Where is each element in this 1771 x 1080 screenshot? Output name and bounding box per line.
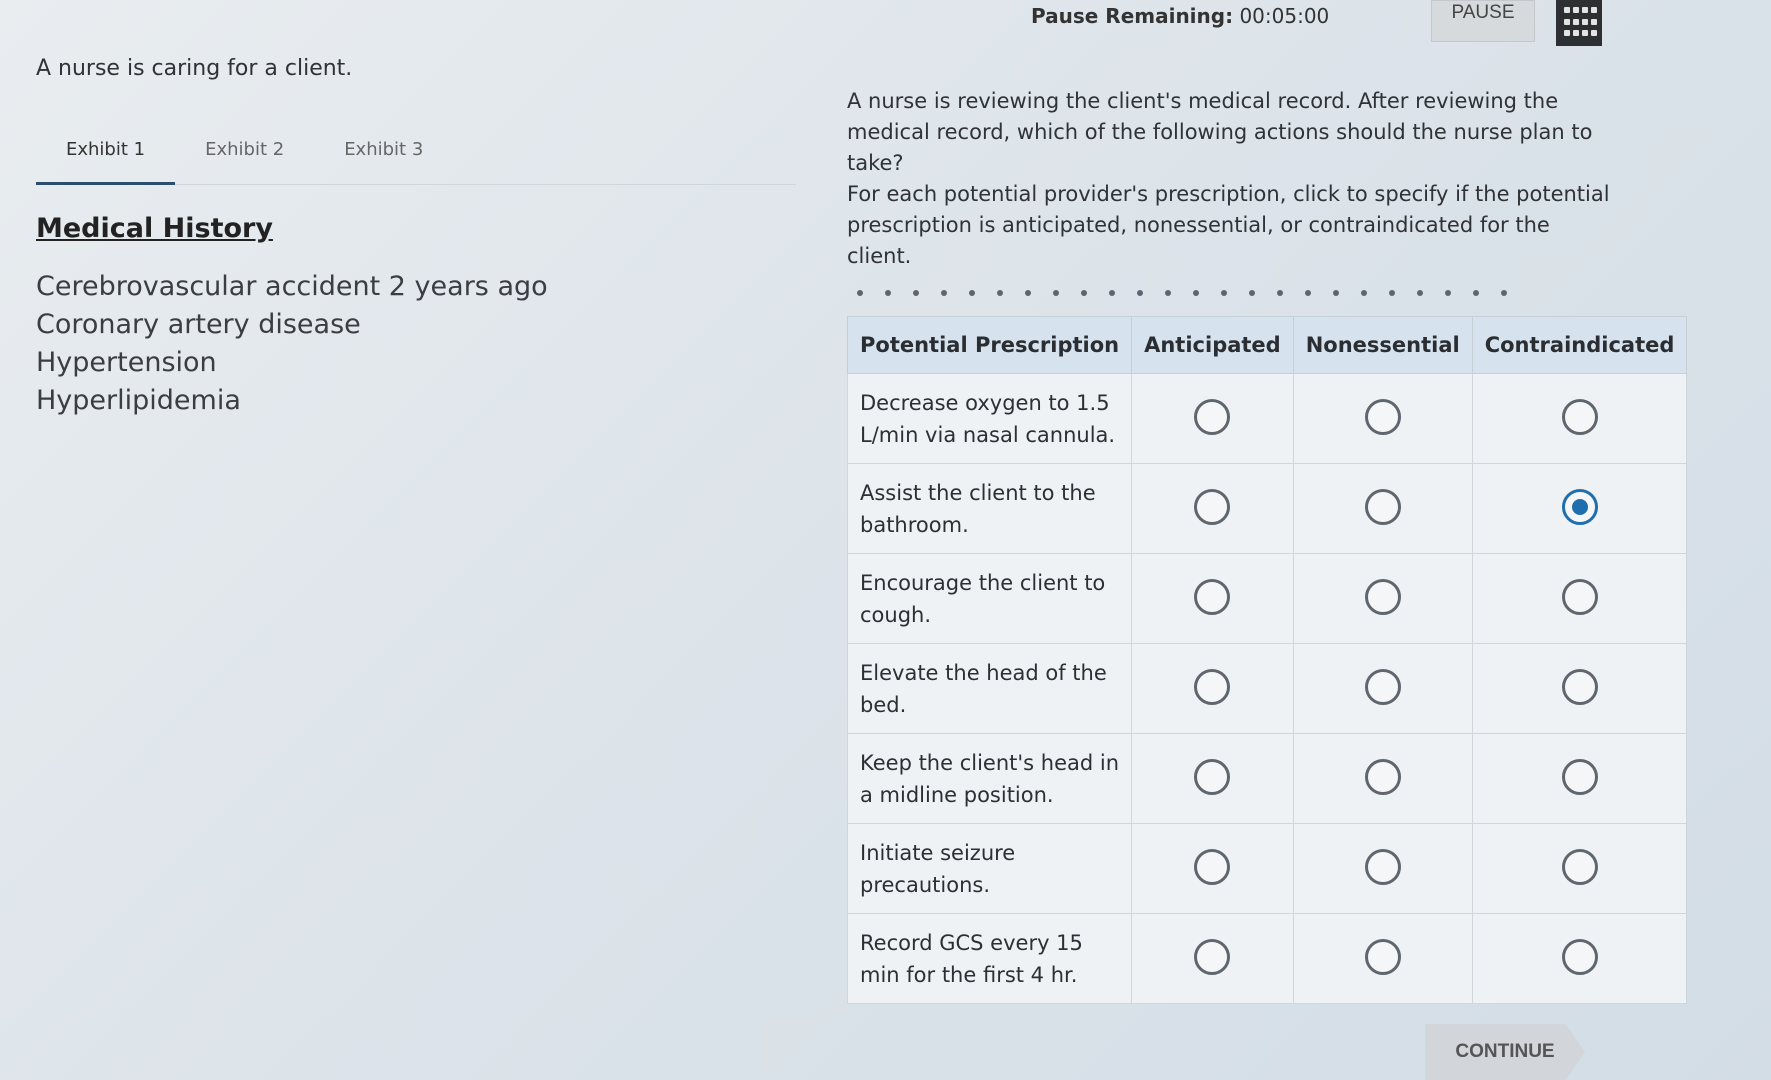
option-cell [1471,823,1688,914]
prescription-label: Keep the client's head in a midline posi… [846,733,1133,824]
table-row: Keep the client's head in a midline posi… [846,733,1688,824]
option-cell [1292,913,1473,1004]
table-row: Record GCS every 15 min for the first 4 … [846,913,1688,1004]
history-item: Coronary artery disease [36,309,361,340]
prescription-label: Encourage the client to cough. [846,553,1133,644]
question-instructions: For each potential provider's prescripti… [847,182,1610,268]
radio-nonessential[interactable] [1364,578,1401,615]
option-cell [1292,823,1473,914]
option-cell [1471,733,1688,824]
option-cell [1471,373,1688,464]
column-header: Potential Prescription [846,316,1133,374]
calculator-icon[interactable] [1556,0,1602,46]
option-cell [1292,733,1473,824]
table-row: Initiate seizure precautions. [846,823,1688,914]
history-item: Hypertension [36,347,217,378]
top-bar: Pause Remaining: 00:05:00 PAUSE [1011,0,1771,46]
pause-remaining-timer: 00:05:00 [1239,4,1330,28]
radio-anticipated[interactable] [1194,398,1231,435]
question-pane: A nurse is reviewing the client's medica… [846,86,1688,1004]
pause-remaining: Pause Remaining: 00:05:00 [1031,4,1329,28]
radio-anticipated[interactable] [1194,668,1231,705]
radio-nonessential[interactable] [1364,848,1401,885]
option-cell [1292,553,1473,644]
radio-anticipated[interactable] [1194,758,1231,795]
option-cell [1292,643,1473,734]
radio-anticipated[interactable] [1194,938,1231,975]
option-cell [1131,373,1294,464]
option-cell [1131,643,1294,734]
radio-contraindicated[interactable] [1561,848,1598,885]
option-cell [1292,463,1473,554]
history-item: Hyperlipidemia [36,385,241,416]
tab-exhibit-1[interactable]: Exhibit 1 [36,127,176,185]
question-stem: A nurse is caring for a client. [36,56,353,81]
history-item: Cerebrovascular accident 2 years ago [36,271,548,302]
radio-contraindicated[interactable] [1561,578,1598,615]
table-row: Decrease oxygen to 1.5 L/min via nasal c… [846,373,1688,464]
column-header: Nonessential [1292,316,1473,374]
prescription-label: Initiate seizure precautions. [846,823,1133,914]
divider-dots [857,290,1617,296]
radio-anticipated[interactable] [1194,848,1231,885]
radio-nonessential[interactable] [1364,398,1401,435]
option-cell [1131,553,1294,644]
tab-exhibit-3[interactable]: Exhibit 3 [314,127,453,185]
table-row: Assist the client to the bathroom. [846,463,1688,554]
prescription-label: Decrease oxygen to 1.5 L/min via nasal c… [846,373,1133,464]
question-prompt: A nurse is reviewing the client's medica… [847,89,1593,175]
option-cell [1471,463,1688,554]
prescription-label: Assist the client to the bathroom. [846,463,1133,554]
radio-anticipated[interactable] [1194,578,1231,615]
radio-contraindicated[interactable] [1561,758,1598,795]
column-header: Anticipated [1131,316,1294,374]
radio-nonessential[interactable] [1364,668,1401,705]
column-header: Contraindicated [1471,316,1688,374]
exhibit-tabs: Exhibit 1 Exhibit 2 Exhibit 3 [36,127,796,185]
radio-contraindicated[interactable] [1561,488,1598,525]
radio-contraindicated[interactable] [1561,398,1598,435]
radio-contraindicated[interactable] [1561,938,1598,975]
option-cell [1131,733,1294,824]
prescription-matrix: Potential Prescription Anticipated Nones… [846,316,1688,1004]
radio-nonessential[interactable] [1364,488,1401,525]
prescription-label: Record GCS every 15 min for the first 4 … [846,913,1133,1004]
option-cell [1471,553,1688,644]
radio-anticipated[interactable] [1194,488,1231,525]
continue-button[interactable]: CONTINUE [1425,1024,1585,1080]
pause-remaining-label: Pause Remaining: [1031,4,1234,28]
medical-history-list: Cerebrovascular accident 2 years ago Cor… [36,268,796,420]
pause-button[interactable]: PAUSE [1431,0,1535,42]
table-row: Encourage the client to cough. [846,553,1688,644]
option-cell [1131,463,1294,554]
option-cell [1131,913,1294,1004]
prescription-label: Elevate the head of the bed. [846,643,1133,734]
option-cell [1471,913,1688,1004]
table-row: Elevate the head of the bed. [846,643,1688,734]
option-cell [1131,823,1294,914]
section-title: Medical History [36,213,273,244]
option-cell [1471,643,1688,734]
option-cell [1292,373,1473,464]
tab-exhibit-2[interactable]: Exhibit 2 [175,127,314,185]
radio-nonessential[interactable] [1364,938,1401,975]
exhibit-pane: A nurse is caring for a client. Exhibit … [36,56,796,420]
radio-nonessential[interactable] [1364,758,1401,795]
radio-contraindicated[interactable] [1561,668,1598,705]
